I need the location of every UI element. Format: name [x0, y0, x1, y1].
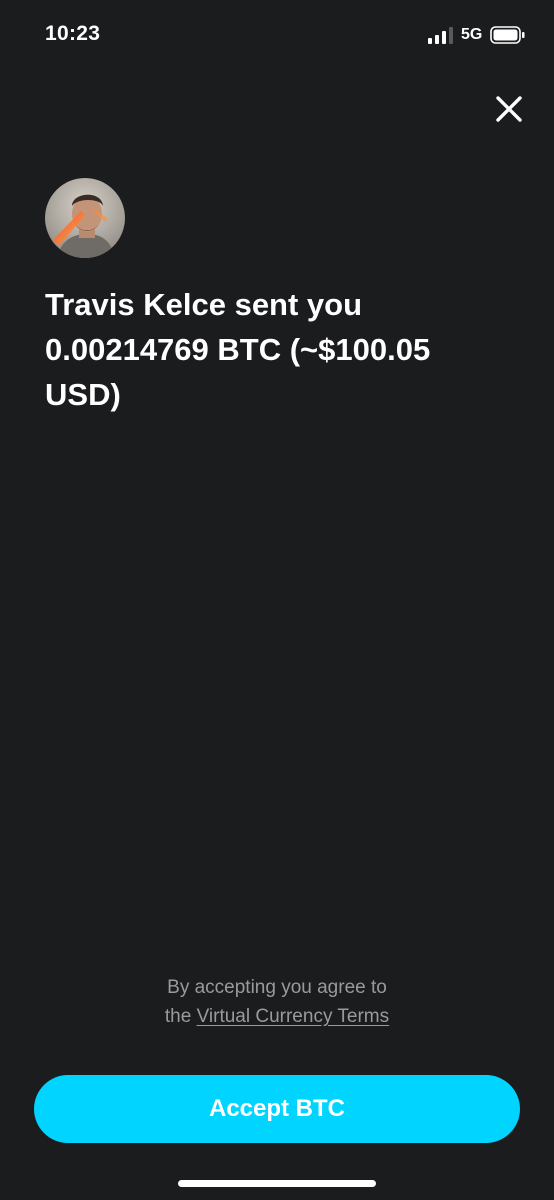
virtual-currency-terms-link[interactable]: Virtual Currency Terms — [197, 1006, 390, 1027]
sender-avatar — [45, 178, 125, 258]
transfer-message: Travis Kelce sent you 0.00214769 BTC (~$… — [45, 282, 505, 417]
accept-btc-button[interactable]: Accept BTC — [34, 1075, 520, 1143]
close-icon — [496, 96, 522, 122]
terms-notice: By accepting you agree to the Virtual Cu… — [0, 973, 554, 1031]
terms-prefix: the — [164, 1006, 192, 1027]
network-label: 5G — [461, 26, 483, 43]
status-time: 10:23 — [45, 22, 101, 45]
message-line-2: 0.00214769 BTC (~$100.05 — [45, 332, 431, 367]
home-indicator[interactable] — [178, 1180, 376, 1187]
terms-line-1: By accepting you agree to — [167, 977, 387, 998]
status-bar: 10:23 5G — [0, 0, 554, 70]
signal-bars-icon — [428, 27, 453, 44]
message-line-1: Travis Kelce sent you — [45, 287, 363, 322]
message-line-3: USD) — [45, 377, 121, 412]
avatar-photo — [45, 178, 125, 258]
battery-icon — [490, 26, 525, 44]
close-button[interactable] — [489, 89, 529, 129]
